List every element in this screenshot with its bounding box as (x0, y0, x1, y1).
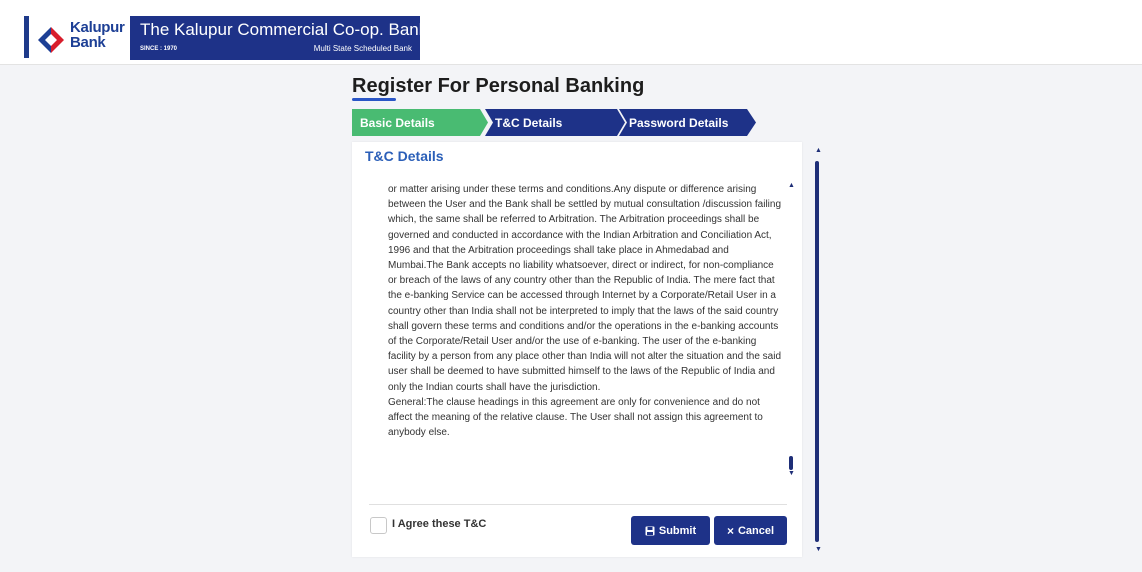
logo-accent-bar (24, 16, 29, 58)
step-tc-label: T&C Details (495, 115, 563, 130)
step-basic-details[interactable]: Basic Details (352, 109, 488, 136)
top-header: Kalupur Bank The Kalupur Commercial Co-o… (0, 0, 1142, 65)
step-password-label: Password Details (629, 115, 729, 130)
logo-word-bank: Bank (70, 34, 106, 51)
cancel-button[interactable]: × Cancel (714, 516, 787, 545)
scroll-up-icon[interactable]: ▲ (788, 182, 795, 189)
step-basic-label: Basic Details (360, 115, 435, 130)
submit-button[interactable]: Submit (631, 516, 710, 545)
bank-subtitle: Multi State Scheduled Bank (313, 44, 412, 53)
terms-bullet-item: General:The clause headings in this agre… (388, 395, 783, 441)
page-scroll-up-icon[interactable]: ▲ (815, 147, 822, 154)
tc-card: T&C Details or matter arising under thes… (352, 142, 802, 557)
close-icon: × (726, 523, 734, 538)
submit-label: Submit (658, 524, 697, 537)
scroll-down-icon[interactable]: ▼ (788, 470, 795, 477)
page-scrollbar-thumb[interactable] (815, 161, 819, 542)
step-tc-details[interactable]: T&C Details (485, 109, 625, 136)
card-title: T&C Details (365, 148, 444, 164)
page-title: Register For Personal Banking (352, 75, 645, 97)
bank-name: The Kalupur Commercial Co-op. Bank Ltd. (140, 20, 461, 39)
agree-checkbox[interactable] (370, 517, 387, 534)
logo-text: Kalupur Bank (70, 20, 125, 50)
agree-label: I Agree these T&C (392, 518, 487, 530)
logo-word-kalupur: Kalupur (70, 19, 125, 36)
cancel-label: Cancel (737, 524, 775, 537)
save-icon (645, 526, 655, 535)
logo-diamond-icon (38, 27, 64, 53)
title-underline (352, 98, 396, 101)
page-scroll-down-icon[interactable]: ▼ (815, 546, 822, 553)
terms-scroll-area[interactable]: or matter arising under these terms and … (388, 182, 783, 482)
step-progress: Basic Details T&C Details Password Detai… (352, 109, 756, 136)
terms-bullet-text: General:The clause headings in this agre… (388, 396, 763, 439)
terms-paragraph: or matter arising under these terms and … (388, 184, 782, 393)
bank-since: SINCE : 1970 (140, 46, 178, 52)
bank-banner: The Kalupur Commercial Co-op. Bank Ltd. … (130, 16, 460, 60)
step-password-details[interactable]: Password Details (619, 109, 756, 136)
terms-scrollbar-thumb[interactable] (789, 456, 793, 470)
card-divider (369, 504, 787, 505)
bank-logo[interactable]: Kalupur Bank (24, 16, 126, 60)
